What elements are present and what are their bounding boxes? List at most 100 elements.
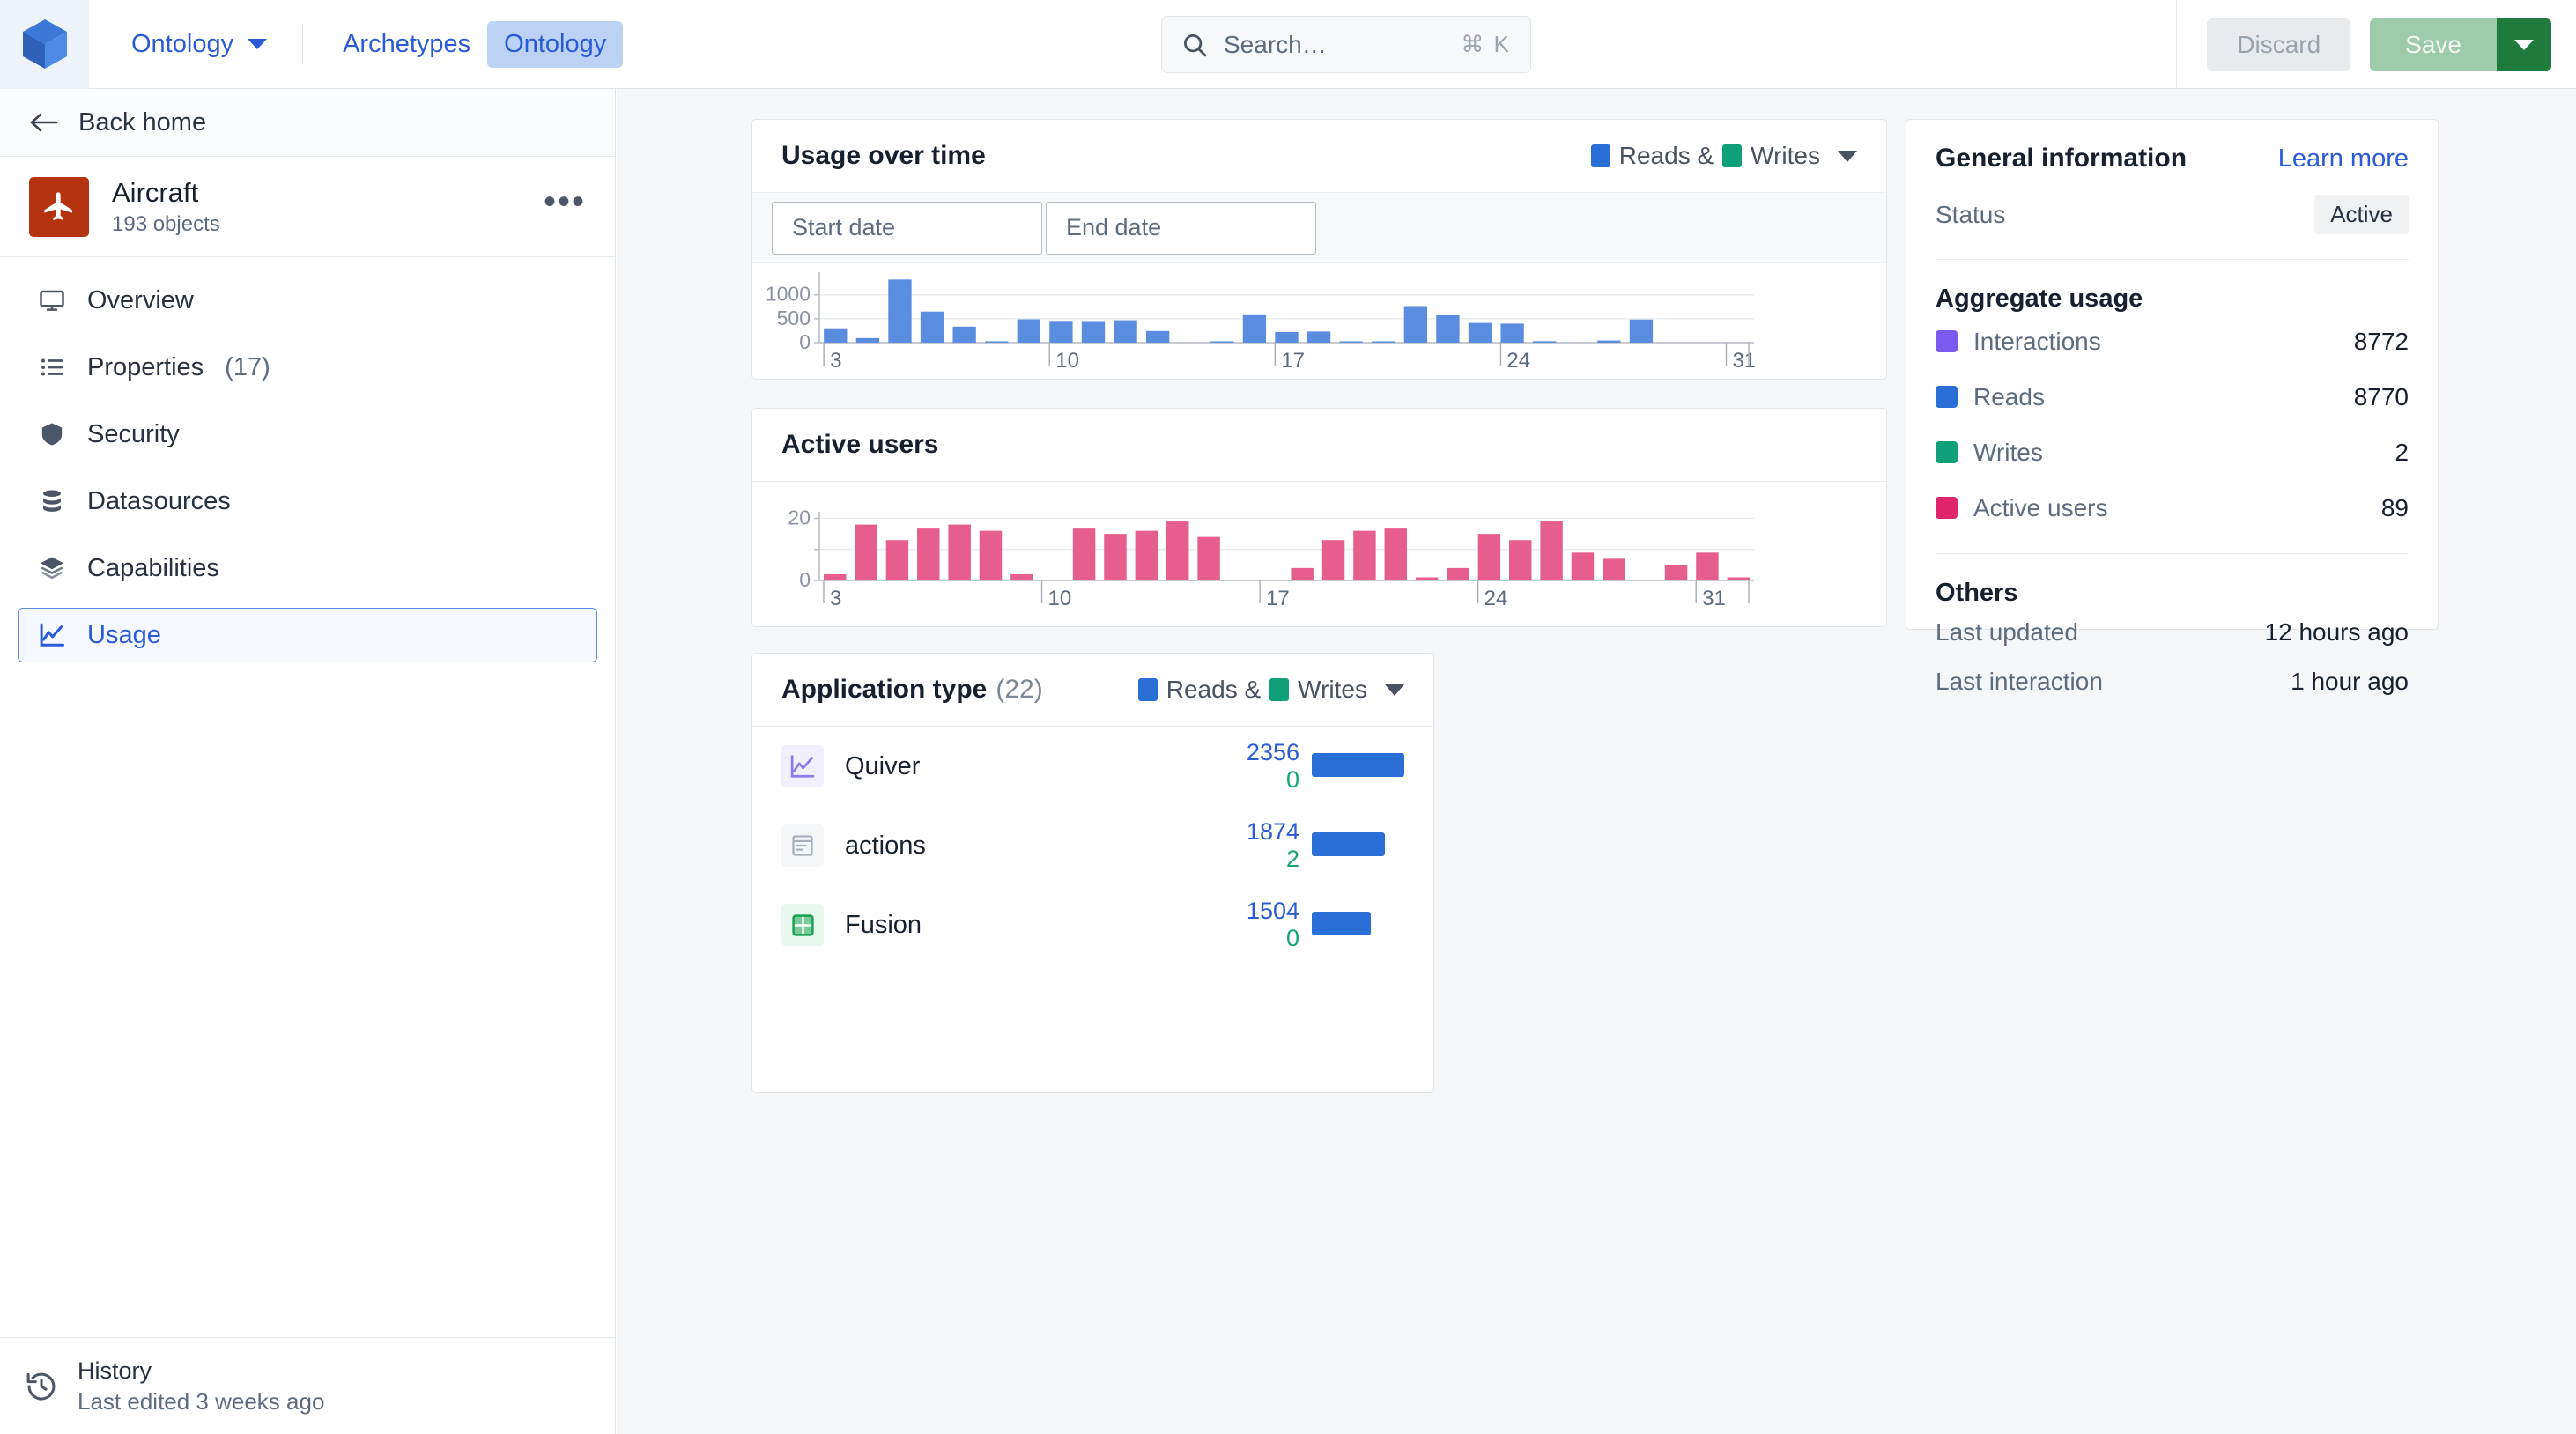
- chevron-down-icon: [248, 39, 268, 49]
- aggregate-value: 2: [2395, 438, 2409, 466]
- history-title: History: [78, 1356, 152, 1384]
- discard-button[interactable]: Discard: [2207, 18, 2351, 71]
- application-type-list: Quiver 2356 0 actions 1874 2 Fusion 1504 0: [752, 727, 1433, 965]
- aggregate-usage-row: Interactions 8772: [1936, 314, 2409, 369]
- history-text: History Last edited 3 weeks ago: [78, 1357, 324, 1416]
- application-type-row[interactable]: Quiver 2356 0: [752, 727, 1433, 806]
- sidebar-item-label: Usage: [87, 620, 161, 649]
- active-users-card-header: Active users: [752, 409, 1886, 482]
- object-avatar: [29, 176, 89, 237]
- tab-ontology[interactable]: Ontology: [487, 20, 624, 68]
- sidebar-item-label: Properties: [87, 352, 204, 381]
- others-title: Others: [1936, 579, 2018, 607]
- status-badge: Active: [2314, 195, 2409, 234]
- save-button[interactable]: Save: [2370, 18, 2497, 71]
- search-placeholder: Search…: [1224, 30, 1327, 58]
- status-label: Status: [1936, 200, 2006, 228]
- top-nav: Ontology Archetypes Ontology: [89, 0, 624, 88]
- svg-text:1000: 1000: [766, 283, 811, 306]
- save-options-button[interactable]: [2497, 18, 2551, 71]
- aggregate-label: Interactions: [1973, 327, 2101, 355]
- aggregate-usage-row: Writes 2: [1936, 425, 2409, 480]
- sidebar-item-usage[interactable]: Usage: [18, 608, 597, 662]
- application-type-values: 1504 0: [1211, 898, 1299, 952]
- chart-line-icon: [38, 621, 66, 649]
- reads-bar: [1312, 832, 1385, 856]
- svg-text:0: 0: [799, 330, 811, 353]
- end-date-input[interactable]: End date: [1046, 201, 1316, 255]
- back-home-label: Back home: [78, 107, 207, 137]
- learn-more-link[interactable]: Learn more: [2278, 144, 2409, 174]
- sidebar-item-overview[interactable]: Overview: [18, 273, 597, 328]
- aggregate-label-group: Writes: [1936, 439, 2043, 467]
- aggregate-label: Reads: [1973, 382, 2045, 410]
- sidebar-item-label: Overview: [87, 285, 194, 314]
- main-content: Usage over time Reads & Writes Start dat…: [617, 89, 2576, 1434]
- aggregate-label: Active users: [1973, 493, 2108, 521]
- svg-text:20: 20: [788, 506, 811, 529]
- usage-over-time-plot: 0 500 1000 3 10 17 24 31: [752, 263, 1886, 382]
- svg-text:3: 3: [830, 349, 841, 373]
- legend-swatch-reads: [1137, 678, 1158, 701]
- aggregate-label: Writes: [1973, 438, 2043, 466]
- svg-text:24: 24: [1506, 349, 1530, 373]
- usage-legend-dropdown[interactable]: Reads & Writes: [1590, 142, 1857, 170]
- application-type-card-header: Application type (22) Reads & Writes: [752, 654, 1433, 727]
- object-more-menu-button[interactable]: •••: [544, 184, 586, 221]
- legend-swatch-reads: [1590, 144, 1610, 167]
- save-button-group: Save: [2370, 18, 2551, 71]
- usage-card-header: Usage over time Reads & Writes: [752, 120, 1886, 193]
- info-header-row: General information Learn more: [1936, 120, 2409, 174]
- sidebar-item-label: Security: [87, 419, 180, 448]
- active-users-card: Active users 0 20 3 10 17 24 31: [751, 408, 1887, 627]
- general-information-panel: General information Learn more Status Ac…: [1906, 119, 2439, 695]
- nav-divider: [302, 25, 304, 63]
- svg-text:17: 17: [1266, 587, 1290, 610]
- arrow-left-icon: [30, 113, 58, 132]
- sidebar-item-properties[interactable]: Properties (17): [18, 340, 597, 395]
- reads-bar: [1312, 911, 1372, 935]
- application-type-row[interactable]: Fusion 1504 0: [752, 885, 1433, 965]
- aggregate-swatch: [1936, 441, 1958, 463]
- search-input[interactable]: Search… ⌘ K: [1161, 16, 1531, 73]
- object-name: Aircraft: [112, 176, 199, 208]
- application-type-values: 1874 2: [1211, 818, 1299, 873]
- others-value: 12 hours ago: [2264, 618, 2409, 646]
- writes-bar: [1312, 777, 1404, 780]
- aggregate-value: 8770: [2353, 382, 2409, 410]
- writes-bar: [1312, 935, 1371, 939]
- application-type-bar: [1312, 752, 1404, 780]
- database-icon: [38, 487, 66, 515]
- aggregate-value: 8772: [2353, 327, 2409, 355]
- legend-label-reads: Reads &: [1618, 142, 1714, 169]
- sidebar-item-security[interactable]: Security: [18, 407, 597, 462]
- svg-text:500: 500: [777, 307, 811, 329]
- legend-label-reads: Reads &: [1166, 676, 1262, 703]
- legend-label-writes: Writes: [1298, 676, 1367, 703]
- app-logo[interactable]: [0, 0, 89, 89]
- apptype-legend-dropdown[interactable]: Reads & Writes: [1137, 676, 1404, 704]
- ontology-dropdown[interactable]: Ontology: [119, 21, 279, 68]
- start-date-input[interactable]: Start date: [772, 201, 1042, 255]
- sidebar: Back home Aircraft 193 objects ••• Overv…: [0, 89, 616, 1434]
- application-type-name: Fusion: [845, 910, 922, 939]
- tab-archetypes[interactable]: Archetypes: [326, 21, 487, 68]
- info-general-section: General information Learn more Status Ac…: [1906, 120, 2438, 706]
- application-type-card: Application type (22) Reads & Writes Quiv…: [751, 653, 1434, 1093]
- window-icon: [781, 824, 824, 867]
- application-type-name: actions: [845, 831, 926, 860]
- application-type-values: 2356 0: [1211, 739, 1299, 794]
- sidebar-item-capabilities[interactable]: Capabilities: [18, 541, 597, 595]
- application-type-bar: [1312, 911, 1404, 939]
- back-home-button[interactable]: Back home: [0, 89, 615, 157]
- application-type-row[interactable]: actions 1874 2: [752, 806, 1433, 885]
- svg-text:0: 0: [799, 568, 811, 591]
- history-section[interactable]: History Last edited 3 weeks ago: [0, 1337, 615, 1434]
- aggregate-label-group: Interactions: [1936, 328, 2101, 356]
- application-type-name: Quiver: [845, 751, 921, 780]
- application-type-bar: [1312, 832, 1404, 860]
- active-users-plot: 0 20 3 10 17 24 31: [752, 482, 1886, 631]
- chevron-down-icon: [1385, 684, 1404, 696]
- sidebar-item-datasources[interactable]: Datasources: [18, 474, 597, 529]
- aggregate-usage-title: Aggregate usage: [1936, 285, 2143, 313]
